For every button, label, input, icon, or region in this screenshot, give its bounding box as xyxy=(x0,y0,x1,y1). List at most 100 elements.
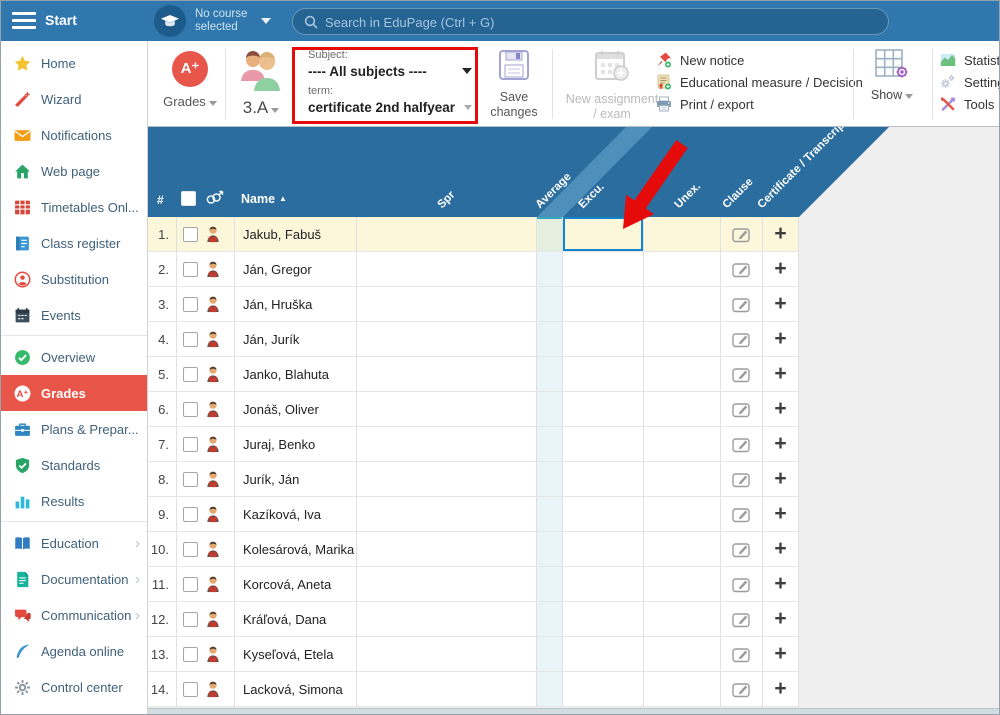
gender-icon[interactable] xyxy=(205,190,224,205)
cell-spr[interactable] xyxy=(357,497,537,531)
horizontal-scrollbar[interactable] xyxy=(148,708,1000,715)
row-checkbox[interactable] xyxy=(183,367,198,382)
cell-clause-edit[interactable] xyxy=(721,672,763,706)
tools-button[interactable]: Tools xyxy=(940,93,1000,115)
cell-add-grade[interactable]: + xyxy=(763,462,799,496)
cell-spr[interactable] xyxy=(357,357,537,391)
sidebar-item-class-register[interactable]: Class register xyxy=(1,225,147,261)
cell-add-grade[interactable]: + xyxy=(763,392,799,426)
row-checkbox[interactable] xyxy=(183,542,198,557)
educational-measure-button[interactable]: Educational measure / Decision xyxy=(656,71,851,93)
sidebar-item-plans-preparations[interactable]: Plans & Prepar... xyxy=(1,411,147,447)
row-checkbox[interactable] xyxy=(183,612,198,627)
sidebar-item-notifications[interactable]: Notifications xyxy=(1,117,147,153)
row-checkbox[interactable] xyxy=(183,682,198,697)
cell-add-grade[interactable]: + xyxy=(763,532,799,566)
chevron-down-icon[interactable] xyxy=(261,18,271,24)
cell-clause-edit[interactable] xyxy=(721,217,763,251)
search-input[interactable]: Search in EduPage (Ctrl + G) xyxy=(292,8,889,35)
cell-add-grade[interactable]: + xyxy=(763,357,799,391)
cell-add-grade[interactable]: + xyxy=(763,427,799,461)
cell-unexcused[interactable] xyxy=(644,287,721,321)
cell-spr[interactable] xyxy=(357,322,537,356)
cell-spr[interactable] xyxy=(357,287,537,321)
student-name[interactable]: Korcová, Aneta xyxy=(235,567,357,601)
sidebar-item-standards[interactable]: Standards xyxy=(1,447,147,483)
cell-spr[interactable] xyxy=(357,637,537,671)
cell-add-grade[interactable]: + xyxy=(763,497,799,531)
student-name[interactable]: Kolesárová, Marika xyxy=(235,532,357,566)
cell-add-grade[interactable]: + xyxy=(763,322,799,356)
cell-unexcused[interactable] xyxy=(644,252,721,286)
cell-unexcused[interactable] xyxy=(644,672,721,706)
cell-spr[interactable] xyxy=(357,462,537,496)
row-checkbox[interactable] xyxy=(183,647,198,662)
cell-add-grade[interactable]: + xyxy=(763,602,799,636)
student-name[interactable]: Jonáš, Oliver xyxy=(235,392,357,426)
student-name[interactable]: Lacková, Simona xyxy=(235,672,357,706)
sidebar-item-events[interactable]: Events xyxy=(1,297,147,333)
cell-spr[interactable] xyxy=(357,252,537,286)
cell-excused[interactable] xyxy=(563,357,644,391)
sidebar-item-wizard[interactable]: Wizard xyxy=(1,81,147,117)
cell-add-grade[interactable]: + xyxy=(763,672,799,706)
cell-excused[interactable] xyxy=(563,392,644,426)
cell-add-grade[interactable]: + xyxy=(763,252,799,286)
cell-excused[interactable] xyxy=(563,567,644,601)
column-spr[interactable]: Spr xyxy=(436,189,458,211)
sidebar-item-web-page[interactable]: Web page xyxy=(1,153,147,189)
cell-unexcused[interactable] xyxy=(644,602,721,636)
cell-clause-edit[interactable] xyxy=(721,322,763,356)
cell-unexcused[interactable] xyxy=(644,357,721,391)
row-checkbox[interactable] xyxy=(183,577,198,592)
cell-clause-edit[interactable] xyxy=(721,532,763,566)
row-checkbox[interactable] xyxy=(183,472,198,487)
cell-excused[interactable] xyxy=(563,427,644,461)
hamburger-menu-icon[interactable] xyxy=(12,12,36,30)
cell-spr[interactable] xyxy=(357,392,537,426)
cell-add-grade[interactable]: + xyxy=(763,567,799,601)
cell-add-grade[interactable]: + xyxy=(763,217,799,251)
student-name[interactable]: Kyseľová, Etela xyxy=(235,637,357,671)
sidebar-item-education[interactable]: Education › xyxy=(1,525,147,561)
sidebar-item-home[interactable]: Home xyxy=(1,45,147,81)
cell-excused[interactable] xyxy=(563,497,644,531)
row-checkbox[interactable] xyxy=(183,297,198,312)
statistics-button[interactable]: Statistics xyxy=(940,49,1000,71)
cell-excused[interactable] xyxy=(563,532,644,566)
column-clause[interactable]: Clause xyxy=(721,176,756,211)
cell-excused[interactable] xyxy=(563,672,644,706)
cell-unexcused[interactable] xyxy=(644,637,721,671)
print-export-button[interactable]: Print / export xyxy=(656,93,851,115)
student-name[interactable]: Kráľová, Dana xyxy=(235,602,357,636)
course-selector-label[interactable]: No course selected xyxy=(195,8,247,34)
student-name[interactable]: Jakub, Fabuš xyxy=(235,217,357,251)
cell-clause-edit[interactable] xyxy=(721,427,763,461)
cell-unexcused[interactable] xyxy=(644,567,721,601)
cell-spr[interactable] xyxy=(357,672,537,706)
sidebar-item-agenda-online[interactable]: Agenda online xyxy=(1,633,147,669)
row-checkbox[interactable] xyxy=(183,437,198,452)
sidebar-item-control-center[interactable]: Control center xyxy=(1,669,147,705)
column-certificate-transcript[interactable]: Certificate / Transcript xyxy=(756,117,850,211)
cell-clause-edit[interactable] xyxy=(721,497,763,531)
cell-clause-edit[interactable] xyxy=(721,357,763,391)
sidebar-item-communication[interactable]: Communication › xyxy=(1,597,147,633)
cell-unexcused[interactable] xyxy=(644,497,721,531)
student-name[interactable]: Jurík, Ján xyxy=(235,462,357,496)
cell-clause-edit[interactable] xyxy=(721,287,763,321)
cell-unexcused[interactable] xyxy=(644,427,721,461)
row-checkbox[interactable] xyxy=(183,262,198,277)
student-name[interactable]: Janko, Blahuta xyxy=(235,357,357,391)
sidebar-item-substitution[interactable]: Substitution xyxy=(1,261,147,297)
cell-excused[interactable] xyxy=(563,637,644,671)
row-checkbox[interactable] xyxy=(183,402,198,417)
sidebar-item-documentation[interactable]: Documentation › xyxy=(1,561,147,597)
sidebar-item-grades[interactable]: Grades xyxy=(1,375,147,411)
course-selector-button[interactable] xyxy=(154,5,186,37)
grades-dropdown-button[interactable]: A⁺ Grades xyxy=(158,49,222,111)
cell-spr[interactable] xyxy=(357,217,537,251)
cell-excused[interactable] xyxy=(563,322,644,356)
cell-excused[interactable] xyxy=(563,287,644,321)
cell-unexcused[interactable] xyxy=(644,532,721,566)
